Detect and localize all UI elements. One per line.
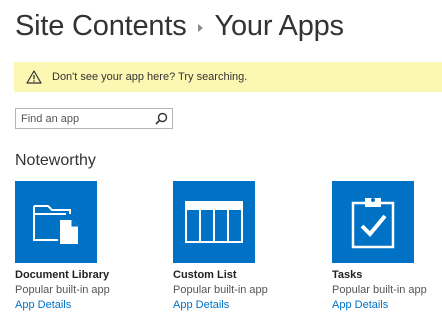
app-description: Popular built-in app xyxy=(173,284,268,296)
app-details-link[interactable]: App Details xyxy=(173,299,303,311)
app-tile-document-library: Document Library Popular built-in app Ap… xyxy=(15,181,145,311)
warning-icon xyxy=(26,70,42,84)
app-tile-tasks: Tasks Popular built-in app App Details xyxy=(332,181,442,311)
your-apps-page: Site Contents Your Apps Don't see your a… xyxy=(0,0,442,333)
breadcrumb-site-contents[interactable]: Site Contents xyxy=(15,10,187,43)
tasks-icon xyxy=(351,198,395,249)
breadcrumb-separator-icon xyxy=(197,23,203,32)
document-library-tile-image[interactable] xyxy=(15,181,97,263)
app-name[interactable]: Document Library xyxy=(15,269,145,281)
custom-list-icon xyxy=(185,201,243,243)
app-name[interactable]: Custom List xyxy=(173,269,303,281)
noteworthy-heading: Noteworthy xyxy=(15,152,96,169)
search-icon[interactable] xyxy=(155,112,168,125)
search-hint-banner: Don't see your app here? Try searching. xyxy=(14,62,442,92)
find-app-search-box[interactable] xyxy=(15,108,173,129)
tasks-tile-image[interactable] xyxy=(332,181,414,263)
app-description: Popular built-in app xyxy=(332,284,427,296)
app-tile-custom-list: Custom List Popular built-in app App Det… xyxy=(173,181,303,311)
breadcrumb-your-apps: Your Apps xyxy=(214,9,345,42)
app-description: Popular built-in app xyxy=(15,284,110,296)
find-app-input[interactable] xyxy=(16,109,151,128)
search-hint-text: Don't see your app here? Try searching. xyxy=(52,71,248,83)
app-details-link[interactable]: App Details xyxy=(332,299,442,311)
document-library-icon xyxy=(33,205,78,244)
app-details-link[interactable]: App Details xyxy=(15,299,145,311)
custom-list-tile-image[interactable] xyxy=(173,181,255,263)
page-title: Site Contents Your Apps xyxy=(15,6,344,46)
app-name[interactable]: Tasks xyxy=(332,269,442,281)
